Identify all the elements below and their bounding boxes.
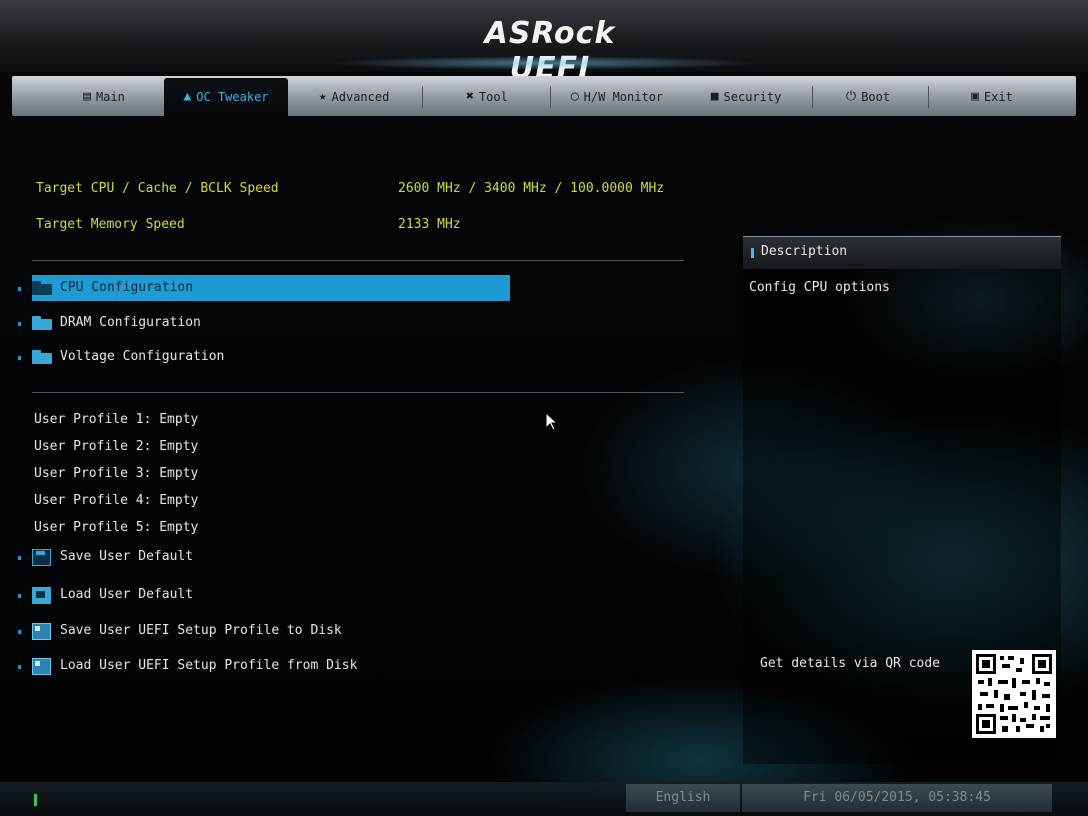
tab-security[interactable]: ■ Security xyxy=(688,84,804,110)
target-memory-label: Target Memory Speed xyxy=(36,217,185,232)
bullet-marker xyxy=(18,594,21,598)
disk-icon xyxy=(32,657,51,675)
tab-hw-monitor[interactable]: ◯ H/W Monitor xyxy=(552,84,682,110)
bullet-marker xyxy=(18,665,21,669)
description-header: Description xyxy=(743,236,1061,269)
user-profile-2: User Profile 2: Empty xyxy=(34,439,199,454)
folder-icon xyxy=(32,281,52,295)
load-profile-from-disk-item[interactable]: Load User UEFI Setup Profile from Disk xyxy=(18,653,357,679)
qr-label: Get details via QR code xyxy=(760,656,941,671)
monitor-ring-icon: ◯ xyxy=(570,89,579,104)
header-bar: ASRock UEFI xyxy=(0,0,1088,86)
qr-code-pattern xyxy=(976,654,1052,734)
star-icon: ★ xyxy=(318,89,327,104)
load-icon xyxy=(32,586,51,604)
tab-separator xyxy=(812,86,813,108)
dram-configuration-item[interactable]: DRAM Configuration xyxy=(18,310,201,336)
bullet-marker xyxy=(18,356,21,360)
language-button[interactable]: English xyxy=(626,784,740,812)
save-profile-to-disk-item[interactable]: Save User UEFI Setup Profile to Disk xyxy=(18,618,342,644)
tab-advanced[interactable]: ★ Advanced xyxy=(294,84,414,110)
list-icon: ▤ xyxy=(83,89,91,104)
tab-separator xyxy=(422,86,423,108)
save-icon xyxy=(32,548,51,566)
datetime-display: Fri 06/05/2015, 05:38:45 xyxy=(742,784,1052,812)
folder-icon xyxy=(32,350,52,364)
qr-code-icon[interactable] xyxy=(972,650,1056,738)
bullet-marker xyxy=(18,322,21,326)
tab-tool[interactable]: ✖ Tool xyxy=(432,84,542,110)
status-marker xyxy=(34,794,37,806)
target-cpu-value: 2600 MHz / 3400 MHz / 100.0000 MHz xyxy=(398,181,665,196)
bullet-marker xyxy=(18,287,21,291)
tab-exit[interactable]: ▣ Exit xyxy=(952,84,1032,110)
tools-icon: ✖ xyxy=(466,89,474,104)
tab-boot[interactable]: ⏻ Boot xyxy=(816,84,920,110)
target-memory-value: 2133 MHz xyxy=(398,217,461,232)
tab-oc-tweaker[interactable]: ▲ OC Tweaker xyxy=(164,78,288,116)
tab-separator xyxy=(928,86,929,108)
power-icon: ⏻ xyxy=(845,89,857,104)
shield-icon: ■ xyxy=(710,89,719,104)
bullet-marker xyxy=(18,556,21,560)
user-profile-4: User Profile 4: Empty xyxy=(34,493,199,508)
flame-icon: ▲ xyxy=(183,89,192,104)
save-user-default-item[interactable]: Save User Default xyxy=(18,544,193,570)
tab-separator xyxy=(550,86,551,108)
divider xyxy=(32,260,684,261)
user-profile-1: User Profile 1: Empty xyxy=(34,412,199,427)
description-title: Description xyxy=(761,244,848,259)
header-marker xyxy=(751,248,754,258)
exit-icon: ▣ xyxy=(971,89,979,104)
user-profile-5: User Profile 5: Empty xyxy=(34,520,199,535)
folder-icon xyxy=(32,316,52,330)
mouse-cursor-icon xyxy=(545,412,559,431)
user-profile-3: User Profile 3: Empty xyxy=(34,466,199,481)
bullet-marker xyxy=(18,630,21,634)
load-user-default-item[interactable]: Load User Default xyxy=(18,582,193,608)
disk-icon xyxy=(32,622,51,640)
tab-bar: ▤ Main ▲ OC Tweaker ★ Advanced ✖ Tool ◯ … xyxy=(12,76,1076,116)
cpu-configuration-item[interactable]: CPU Configuration xyxy=(18,275,510,301)
tab-main[interactable]: ▤ Main xyxy=(54,84,154,110)
description-text: Config CPU options xyxy=(749,280,890,295)
divider xyxy=(32,392,684,393)
voltage-configuration-item[interactable]: Voltage Configuration xyxy=(18,344,224,370)
target-cpu-label: Target CPU / Cache / BCLK Speed xyxy=(36,181,279,196)
